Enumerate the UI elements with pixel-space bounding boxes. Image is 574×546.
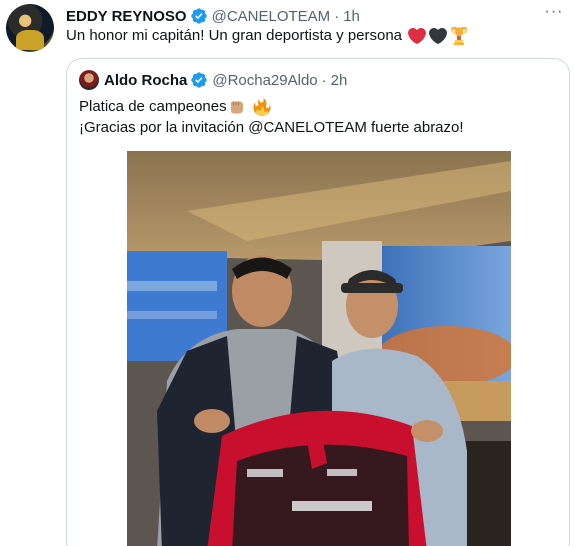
verified-badge-icon [191, 72, 208, 88]
photo-image [127, 151, 511, 546]
author-avatar[interactable] [6, 4, 54, 52]
red-heart-icon [408, 27, 426, 45]
tweet[interactable]: EDDY REYNOSO @CANELOTEAM · 1h ··· Un hon… [0, 0, 574, 546]
fist-bump-icon [230, 101, 246, 113]
quoted-tweet[interactable]: Aldo Rocha @Rocha29Aldo · 2h Platica de … [66, 58, 570, 546]
fire-icon [253, 97, 271, 116]
quoted-author-handle[interactable]: @Rocha29Aldo [212, 72, 317, 89]
quoted-tweet-time[interactable]: 2h [331, 72, 348, 89]
quoted-tweet-text: Platica de campeones ¡Gracias por la inv… [79, 96, 464, 138]
tweet-text-content: Un honor mi capitán! Un gran deportista … [66, 27, 403, 44]
trophy-icon [451, 27, 468, 45]
quoted-text-line1: Platica de campeones [79, 97, 227, 115]
quoted-text-line2: ¡Gracias por la invitación @CANELOTEAM f… [79, 118, 464, 136]
verified-badge-icon [190, 8, 207, 24]
author-name[interactable]: EDDY REYNOSO [66, 8, 187, 25]
tweet-photo[interactable] [127, 151, 511, 546]
more-options-icon[interactable]: ··· [542, 2, 566, 22]
tweet-time[interactable]: 1h [343, 8, 360, 25]
tweet-header: EDDY REYNOSO @CANELOTEAM · 1h [66, 6, 360, 26]
quoted-tweet-header: Aldo Rocha @Rocha29Aldo · 2h [104, 70, 347, 90]
tweet-text: Un honor mi capitán! Un gran deportista … [66, 26, 468, 46]
separator-dot: · [334, 7, 340, 25]
black-heart-icon [429, 27, 447, 45]
quoted-author-avatar[interactable] [79, 70, 99, 90]
quoted-text-line: ¡Gracias por la invitación @CANELOTEAM f… [79, 117, 464, 138]
author-handle[interactable]: @CANELOTEAM [212, 8, 331, 25]
quoted-text-line: Platica de campeones [79, 96, 464, 117]
quoted-author-name[interactable]: Aldo Rocha [104, 72, 187, 89]
separator-dot: · [321, 71, 327, 89]
